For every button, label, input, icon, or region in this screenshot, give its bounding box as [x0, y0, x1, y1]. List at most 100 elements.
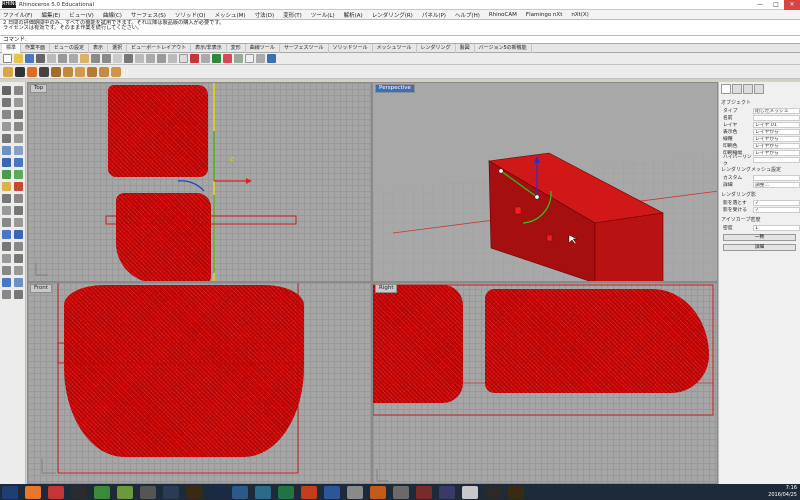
render-tool-icon[interactable]: [14, 182, 23, 191]
ghosted-icon[interactable]: [27, 66, 37, 77]
explode-icon[interactable]: [14, 254, 23, 263]
tab-cplanes[interactable]: 作業平面: [21, 44, 51, 53]
object-properties-icon[interactable]: [721, 84, 731, 94]
wireframe-icon[interactable]: [15, 66, 25, 77]
paste-icon[interactable]: [80, 54, 89, 63]
tab-transform[interactable]: 変形: [227, 44, 246, 53]
light-icon[interactable]: [212, 54, 221, 63]
close-button[interactable]: ✕: [784, 0, 800, 10]
xray-icon[interactable]: [39, 66, 49, 77]
viewport-label-right[interactable]: Right: [375, 284, 398, 293]
zoom-selected-icon[interactable]: [168, 54, 177, 63]
copy-icon[interactable]: [69, 54, 78, 63]
solid-box-icon[interactable]: [2, 158, 11, 167]
app-icon[interactable]: [117, 485, 133, 499]
mirror-icon[interactable]: [2, 218, 11, 227]
menu-analyze[interactable]: 解析(A): [344, 11, 363, 19]
gumball-handle[interactable]: [498, 168, 504, 174]
extrude-surface-icon[interactable]: [14, 146, 23, 155]
select-icon[interactable]: [190, 54, 199, 63]
rectangle-icon[interactable]: [14, 122, 23, 131]
ungroup-icon[interactable]: [14, 266, 23, 275]
menu-panels[interactable]: パネル(P): [422, 11, 446, 19]
point-icon[interactable]: [14, 86, 23, 95]
mesh-icon[interactable]: [2, 170, 11, 179]
render-icon[interactable]: [223, 54, 232, 63]
app-icon[interactable]: [416, 485, 432, 499]
chrome-icon[interactable]: [94, 485, 110, 499]
menu-dimension[interactable]: 寸法(D): [255, 11, 275, 19]
cast-shadow-checkbox[interactable]: ✓: [753, 199, 800, 206]
app-icon[interactable]: [485, 485, 501, 499]
minimize-button[interactable]: —: [752, 0, 768, 10]
menu-nxt[interactable]: nXt(X): [571, 12, 588, 18]
menu-transform[interactable]: 変形(T): [283, 11, 302, 19]
tab-solid-tools[interactable]: ソリッドツール: [329, 44, 373, 53]
zoom-icon[interactable]: [135, 54, 144, 63]
illustrator-icon[interactable]: [186, 485, 202, 499]
fillet-icon[interactable]: [14, 230, 23, 239]
flamingo-light-icon[interactable]: [87, 66, 97, 77]
scale-icon[interactable]: [14, 206, 23, 215]
undo-icon[interactable]: [91, 54, 100, 63]
menu-render[interactable]: レンダリング(R): [372, 11, 413, 19]
layers-icon[interactable]: [732, 84, 742, 94]
match-button[interactable]: 一致: [723, 234, 796, 241]
layer-icon[interactable]: [201, 54, 210, 63]
viewport-label-perspective[interactable]: Perspective: [375, 84, 415, 93]
split-icon[interactable]: [14, 242, 23, 251]
viewport-label-top[interactable]: Top: [30, 84, 48, 93]
app-icon[interactable]: [347, 485, 363, 499]
arc-icon[interactable]: [14, 110, 23, 119]
flamingo-options-icon[interactable]: [111, 66, 121, 77]
flamingo-material-icon[interactable]: [75, 66, 85, 77]
material-icon[interactable]: [234, 54, 243, 63]
receive-shadow-checkbox[interactable]: ✓: [753, 206, 800, 213]
menu-view[interactable]: ビュー(V): [69, 11, 94, 19]
surface-icon[interactable]: [2, 146, 11, 155]
solid-sphere-icon[interactable]: [14, 158, 23, 167]
rotate-icon[interactable]: [2, 206, 11, 215]
lights-icon[interactable]: [2, 182, 11, 191]
group-icon[interactable]: [2, 266, 11, 275]
print-icon[interactable]: [36, 54, 45, 63]
polyline-icon[interactable]: [2, 98, 11, 107]
options-icon[interactable]: [245, 54, 254, 63]
menu-solid[interactable]: ソリッド(O): [175, 11, 206, 19]
zoom-window-icon[interactable]: [146, 54, 155, 63]
menu-file[interactable]: ファイル(F): [3, 11, 32, 19]
import-icon[interactable]: [47, 54, 56, 63]
analyze-icon[interactable]: [2, 278, 11, 287]
menu-help[interactable]: ヘルプ(H): [455, 11, 480, 19]
circle-icon[interactable]: [2, 110, 11, 119]
join-icon[interactable]: [2, 254, 11, 263]
mesh-tools-icon[interactable]: [14, 170, 23, 179]
tab-new-in-v5[interactable]: バージョン5の新機能: [475, 44, 532, 53]
word-icon[interactable]: [324, 485, 340, 499]
app-icon[interactable]: [370, 485, 386, 499]
select-points-icon[interactable]: [2, 86, 11, 95]
menu-tools[interactable]: ツール(L): [311, 11, 335, 19]
flamingo-render-icon[interactable]: [63, 66, 73, 77]
polygon-icon[interactable]: [2, 134, 11, 143]
tab-drafting[interactable]: 製図: [456, 44, 475, 53]
ellipse-icon[interactable]: [2, 122, 11, 131]
menu-curve[interactable]: 曲線(C): [103, 11, 122, 19]
tab-curve-tools[interactable]: 曲線ツール: [246, 44, 280, 53]
tab-display[interactable]: 表示: [89, 44, 109, 53]
app-icon[interactable]: [140, 485, 156, 499]
pan-icon[interactable]: [113, 54, 122, 63]
move-icon[interactable]: [2, 194, 11, 203]
excel-icon[interactable]: [278, 485, 294, 499]
save-icon[interactable]: [25, 54, 34, 63]
menu-flamingo[interactable]: Flamingo nXt: [526, 12, 562, 18]
trim-icon[interactable]: [2, 242, 11, 251]
menu-rhinocam[interactable]: RhinoCAM: [489, 12, 517, 18]
curve-icon[interactable]: [14, 98, 23, 107]
cut-icon[interactable]: [58, 54, 67, 63]
viewport-perspective[interactable]: Perspective: [372, 82, 718, 282]
app-icon[interactable]: [232, 485, 248, 499]
lightroom-icon[interactable]: [163, 485, 179, 499]
new-file-icon[interactable]: [3, 54, 12, 63]
rotate-view-icon[interactable]: [124, 54, 133, 63]
